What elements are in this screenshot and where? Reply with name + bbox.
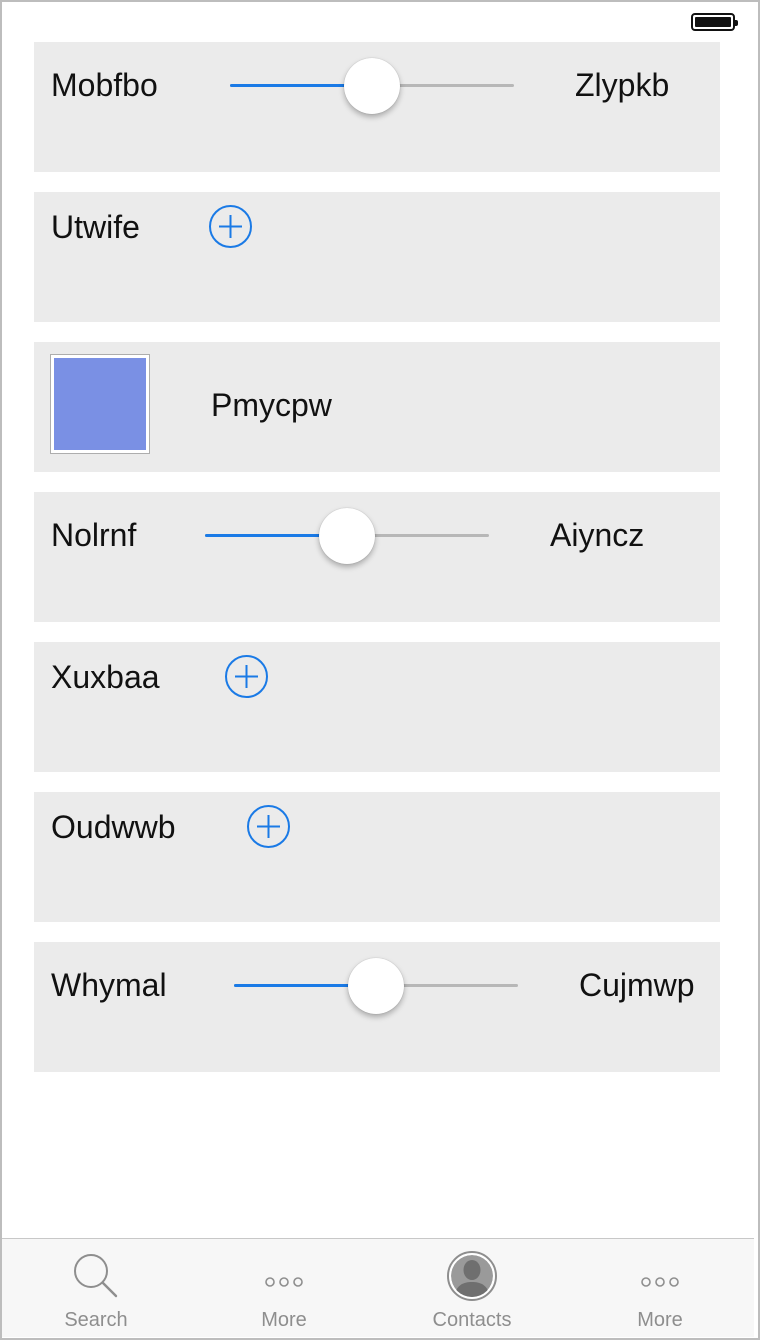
row-label: Xuxbaa — [51, 659, 160, 695]
contacts-icon — [447, 1251, 497, 1301]
color-swatch[interactable] — [50, 354, 150, 454]
tab-label: More — [261, 1309, 307, 1331]
tab-label: Contacts — [432, 1309, 512, 1331]
slider-row-3: Whymal Cujmwp — [34, 942, 720, 1072]
stepper-row-2: Xuxbaa — [34, 642, 720, 772]
stepper-row-3: Oudwwb — [34, 792, 720, 922]
tab-search[interactable]: Search — [2, 1239, 190, 1337]
slider-thumb[interactable] — [344, 58, 400, 114]
battery-icon — [691, 13, 738, 31]
more-dots-icon — [641, 1277, 679, 1287]
slider-thumb[interactable] — [319, 508, 375, 564]
slider-right-label: Cujmwp — [579, 967, 695, 1003]
slider-right-label: Aiyncz — [550, 517, 645, 553]
tab-contacts[interactable]: Contacts — [378, 1239, 566, 1337]
plus-circle-icon[interactable] — [246, 804, 291, 849]
slider-row-1: Mobfbo Zlypkb — [34, 42, 720, 172]
slider-right-label: Zlypkb — [575, 67, 670, 103]
more-dots-icon — [265, 1277, 303, 1287]
tab-label: Search — [64, 1309, 128, 1331]
row-label: Utwife — [51, 209, 140, 245]
slider-row-2: Nolrnf Aiyncz — [34, 492, 720, 622]
color-label: Pmycpw — [211, 387, 332, 423]
stepper-row-1: Utwife — [34, 192, 720, 322]
row-label: Oudwwb — [51, 809, 176, 845]
tab-bar: Search More Contacts More — [2, 1238, 754, 1337]
color-row: Pmycpw — [34, 342, 720, 472]
tab-more-2[interactable]: More — [566, 1239, 754, 1337]
plus-circle-icon[interactable] — [224, 654, 269, 699]
slider-left-label: Whymal — [51, 967, 167, 1003]
tab-more[interactable]: More — [190, 1239, 378, 1337]
tab-label: More — [637, 1309, 683, 1331]
slider-left-label: Nolrnf — [51, 517, 137, 553]
plus-circle-icon[interactable] — [208, 204, 253, 249]
search-icon — [74, 1254, 118, 1298]
slider-thumb[interactable] — [348, 958, 404, 1014]
slider-left-label: Mobfbo — [51, 67, 158, 103]
